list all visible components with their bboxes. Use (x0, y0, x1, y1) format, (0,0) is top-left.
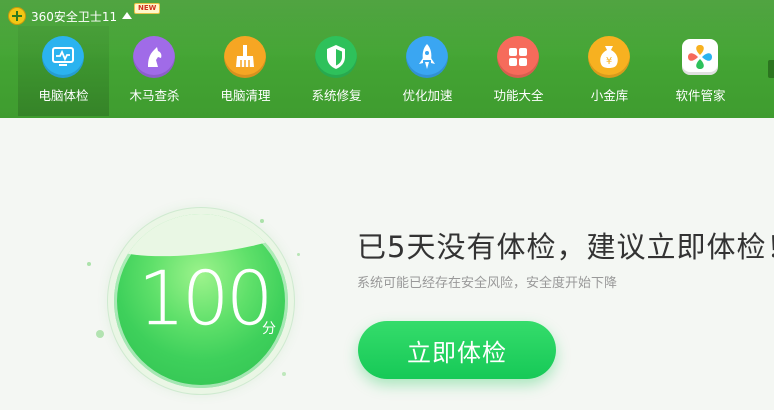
nav-label: 电脑清理 (220, 88, 271, 103)
rocket-icon (406, 36, 448, 78)
nav-item-all-features[interactable]: 功能大全 (473, 26, 564, 116)
upgrade-arrow-icon[interactable] (122, 11, 133, 19)
decorative-dot (297, 253, 300, 256)
score-unit: 分 (262, 321, 276, 337)
decorative-dot (282, 372, 286, 376)
app-title: 360安全卫士11 (31, 9, 118, 24)
title-bar: 360安全卫士11 NEW (8, 3, 161, 26)
nav-item-software-manager[interactable]: 软件管家 (655, 26, 746, 116)
app-store-icon (682, 39, 718, 75)
nav-label: 功能大全 (493, 88, 544, 103)
horse-icon (133, 36, 175, 78)
nav-item-cleanup[interactable]: 电脑清理 (200, 26, 291, 116)
broom-icon (224, 36, 266, 78)
nav-label: 小金库 (590, 88, 629, 103)
shield-icon (315, 36, 357, 78)
nav-item-system-repair[interactable]: 系统修复 (291, 26, 382, 116)
nav-item-trojan-scan[interactable]: 木马查杀 (109, 26, 200, 116)
nav-label: 木马查杀 (129, 88, 180, 103)
nav-label: 优化加速 (402, 88, 453, 103)
main-nav: 电脑体检 木马查杀 电脑清理 系统修复 优化加速 功能大全 ¥ 小金库 软件管家 (18, 26, 746, 116)
nav-item-checkup[interactable]: 电脑体检 (18, 26, 109, 116)
grid-icon (497, 36, 539, 78)
svg-text:¥: ¥ (606, 56, 612, 67)
risk-subline: 系统可能已经存在安全风险，安全度开始下降 (357, 276, 618, 291)
decorative-dot (96, 330, 104, 338)
nav-label: 电脑体检 (38, 88, 89, 103)
checkup-headline: 已5天没有体检，建议立即体检！ (357, 230, 774, 264)
side-panel-handle[interactable] (768, 60, 774, 78)
new-badge: NEW (134, 3, 161, 14)
monitor-check-icon (42, 36, 84, 78)
nav-label: 系统修复 (311, 88, 362, 103)
nav-item-speedup[interactable]: 优化加速 (382, 26, 473, 116)
header: 360安全卫士11 NEW 电脑体检 木马查杀 电脑清理 系统修复 优化加速 功… (0, 0, 774, 118)
360-logo-icon (8, 7, 26, 25)
nav-label: 软件管家 (675, 88, 726, 103)
money-bag-icon: ¥ (588, 36, 630, 78)
decorative-dot (260, 219, 264, 223)
nav-item-vault[interactable]: ¥ 小金库 (564, 26, 655, 116)
decorative-dot (87, 262, 91, 266)
score-ball: 100 分 (114, 214, 288, 388)
score-gauge[interactable]: 100 分 (108, 208, 294, 394)
check-now-button[interactable]: 立即体检 (358, 321, 556, 379)
score-value: 100 (138, 256, 274, 342)
